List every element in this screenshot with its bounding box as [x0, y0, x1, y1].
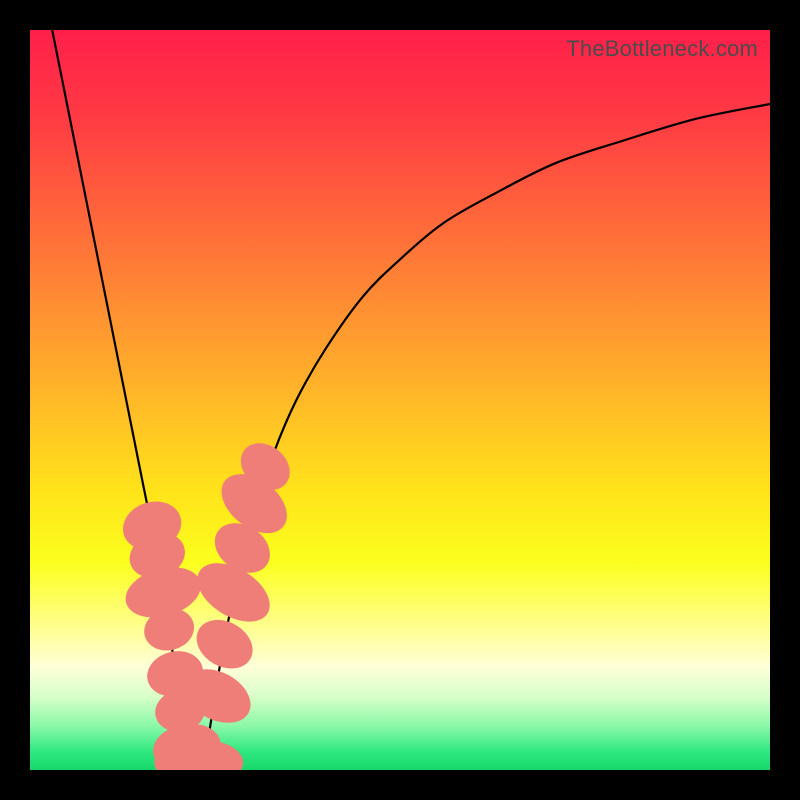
watermark-text: TheBottleneck.com [566, 36, 758, 62]
bottleneck-curve [52, 30, 770, 765]
plot-area: TheBottleneck.com [30, 30, 770, 770]
curve-layer [30, 30, 770, 770]
outer-frame: TheBottleneck.com [0, 0, 800, 800]
